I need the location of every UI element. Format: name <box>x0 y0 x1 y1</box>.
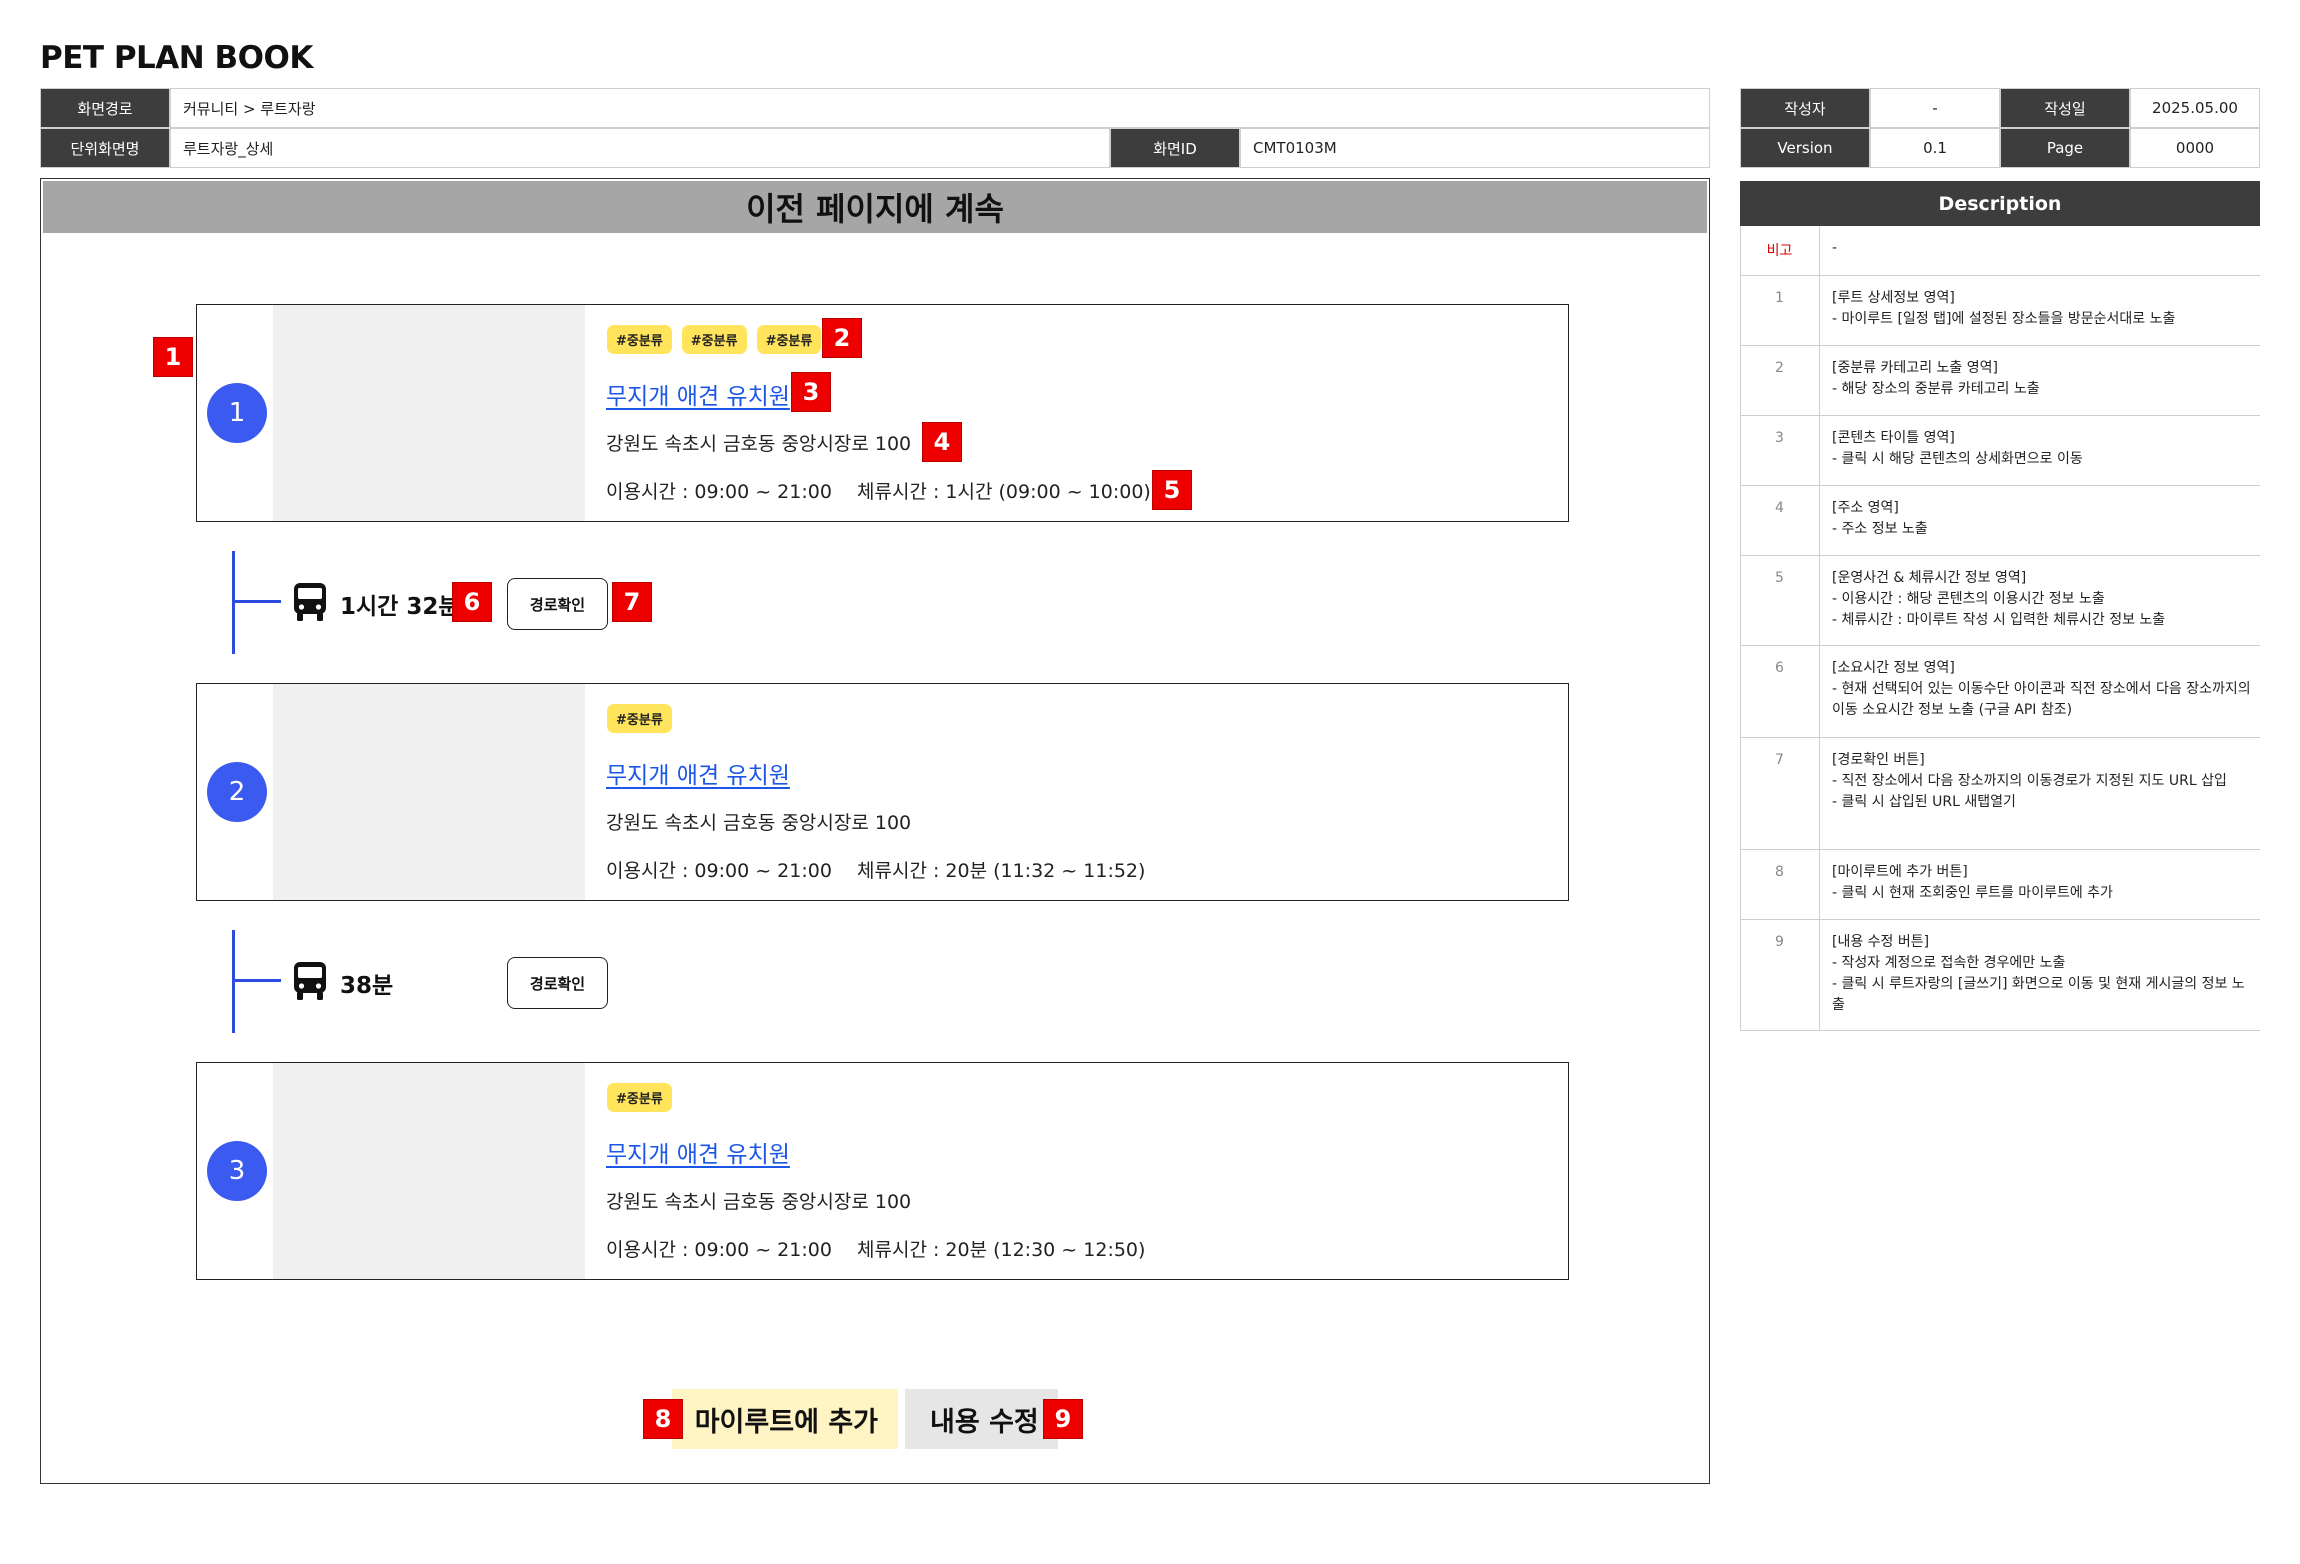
place-image <box>273 684 585 900</box>
annotation-marker: 4 <box>922 422 962 462</box>
operating-hours: 이용시간 : 09:00 ~ 21:00 <box>606 481 832 503</box>
annotation-marker: 7 <box>612 582 652 622</box>
description-row: 8 [마이루트에 추가 버튼] - 클릭 시 현재 조회중인 루트를 마이루트에… <box>1740 850 2260 920</box>
route-check-button[interactable]: 경로확인 <box>507 578 608 630</box>
place-title-link[interactable]: 무지개 애견 유치원 <box>606 756 790 790</box>
place-image <box>273 305 585 521</box>
stay-time: 체류시간 : 20분 (11:32 ~ 11:52) <box>857 860 1146 882</box>
annotation-marker: 2 <box>822 318 862 358</box>
description-row: 비고 - <box>1740 226 2260 276</box>
description-text: [경로확인 버튼] - 직전 장소에서 다음 장소까지의 이동경로가 지정된 지… <box>1832 752 2227 810</box>
category-tags: #중분류 #중분류 #중분류 <box>607 325 822 354</box>
operating-hours: 이용시간 : 09:00 ~ 21:00 <box>606 1239 832 1261</box>
description-row: 3 [콘텐츠 타이틀 영역] - 클릭 시 해당 콘텐츠의 상세화면으로 이동 <box>1740 416 2260 486</box>
route-check-button[interactable]: 경로확인 <box>507 957 608 1009</box>
edit-content-button[interactable]: 내용 수정 <box>905 1389 1058 1449</box>
annotation-marker: 8 <box>643 1399 683 1439</box>
screenid-label: 화면ID <box>1110 128 1240 168</box>
page-value: 0000 <box>2130 128 2260 168</box>
order-badge: 3 <box>207 1141 267 1201</box>
description-text: [내용 수정 버튼] - 작성자 계정으로 접속한 경우에만 노출 - 클릭 시… <box>1832 934 2245 1013</box>
annotation-marker: 6 <box>452 582 492 622</box>
description-number: 3 <box>1740 416 1820 485</box>
description-text: [소요시간 정보 영역] - 현재 선택되어 있는 이동수단 아이콘과 직전 장… <box>1832 660 2251 718</box>
order-badge: 2 <box>207 762 267 822</box>
travel-duration: 1시간 32분 <box>340 594 460 620</box>
description-number: 2 <box>1740 346 1820 415</box>
path-label: 화면경로 <box>40 88 170 128</box>
page-label: Page <box>2000 128 2130 168</box>
description-row: 9 [내용 수정 버튼] - 작성자 계정으로 접속한 경우에만 노출 - 클릭… <box>1740 920 2260 1031</box>
place-image <box>273 1063 585 1279</box>
description-text: [주소 영역] - 주소 정보 노출 <box>1832 500 1928 537</box>
date-label: 작성일 <box>2000 88 2130 128</box>
description-number: 5 <box>1740 556 1820 645</box>
description-row: 6 [소요시간 정보 영역] - 현재 선택되어 있는 이동수단 아이콘과 직전… <box>1740 646 2260 738</box>
version-label: Version <box>1740 128 1870 168</box>
description-number: 7 <box>1740 738 1820 849</box>
route-connector-branch <box>235 979 281 982</box>
place-card[interactable]: 2 #중분류 무지개 애견 유치원 강원도 속초시 금호동 중앙시장로 100 … <box>196 683 1569 901</box>
path-value: 커뮤니티 > 루트자랑 <box>170 88 1710 128</box>
annotation-marker: 3 <box>791 372 831 412</box>
stay-time: 체류시간 : 20분 (12:30 ~ 12:50) <box>857 1239 1146 1261</box>
version-value: 0.1 <box>1870 128 2000 168</box>
description-row: 2 [중분류 카테고리 노출 영역] - 해당 장소의 중분류 카테고리 노출 <box>1740 346 2260 416</box>
category-tag: #중분류 <box>607 704 672 733</box>
description-number: 9 <box>1740 920 1820 1030</box>
author-value: - <box>1870 88 2000 128</box>
description-text: [중분류 카테고리 노출 영역] - 해당 장소의 중분류 카테고리 노출 <box>1832 360 2040 397</box>
date-value: 2025.05.00 <box>2130 88 2260 128</box>
unit-label: 단위화면명 <box>40 128 170 168</box>
place-address: 강원도 속초시 금호동 중앙시장로 100 <box>606 812 912 834</box>
description-row: 5 [운영사건 & 체류시간 정보 영역] - 이용시간 : 해당 콘텐츠의 이… <box>1740 556 2260 646</box>
place-title-link[interactable]: 무지개 애견 유치원 <box>606 1135 790 1169</box>
annotation-marker: 9 <box>1043 1399 1083 1439</box>
description-row: 7 [경로확인 버튼] - 직전 장소에서 다음 장소까지의 이동경로가 지정된… <box>1740 738 2260 850</box>
category-tags: #중분류 <box>607 704 672 733</box>
note-label: 비고 <box>1740 226 1820 275</box>
description-text: [루트 상세정보 영역] - 마이루트 [일정 탭]에 설정된 장소들을 방문순… <box>1832 290 2176 327</box>
document-title: PET PLAN BOOK <box>40 40 313 76</box>
description-text: [운영사건 & 체류시간 정보 영역] - 이용시간 : 해당 콘텐츠의 이용시… <box>1832 570 2166 628</box>
place-card[interactable]: 3 #중분류 무지개 애견 유치원 강원도 속초시 금호동 중앙시장로 100 … <box>196 1062 1569 1280</box>
order-badge: 1 <box>207 383 267 443</box>
category-tag: #중분류 <box>607 1083 672 1112</box>
route-connector-branch <box>235 600 281 603</box>
category-tag: #중분류 <box>756 325 822 354</box>
description-number: 8 <box>1740 850 1820 919</box>
continue-banner: 이전 페이지에 계속 <box>43 181 1707 233</box>
annotation-marker: 1 <box>153 337 193 377</box>
place-address: 강원도 속초시 금호동 중앙시장로 100 <box>606 1191 912 1213</box>
screenid-value: CMT0103M <box>1240 128 1710 168</box>
description-number: 1 <box>1740 276 1820 345</box>
bus-icon <box>294 583 326 621</box>
stay-time: 체류시간 : 1시간 (09:00 ~ 10:00) <box>857 481 1151 503</box>
annotation-marker: 5 <box>1152 470 1192 510</box>
description-header: Description <box>1740 181 2260 226</box>
add-to-myroute-button[interactable]: 마이루트에 추가 <box>672 1389 898 1449</box>
description-text: [콘텐츠 타이틀 영역] - 클릭 시 해당 콘텐츠의 상세화면으로 이동 <box>1832 430 2083 467</box>
operating-hours: 이용시간 : 09:00 ~ 21:00 <box>606 860 832 882</box>
category-tags: #중분류 <box>607 1083 672 1112</box>
note-value: - <box>1832 240 1838 256</box>
category-tag: #중분류 <box>681 325 747 354</box>
place-title-link[interactable]: 무지개 애견 유치원 <box>606 377 790 411</box>
category-tag: #중분류 <box>607 325 672 354</box>
unit-value: 루트자랑_상세 <box>170 128 1110 168</box>
place-card[interactable]: 1 #중분류 #중분류 #중분류 무지개 애견 유치원 강원도 속초시 금호동 … <box>196 304 1569 522</box>
description-row: 4 [주소 영역] - 주소 정보 노출 <box>1740 486 2260 556</box>
author-label: 작성자 <box>1740 88 1870 128</box>
description-text: [마이루트에 추가 버튼] - 클릭 시 현재 조회중인 루트를 마이루트에 추… <box>1832 864 2113 901</box>
description-row: 1 [루트 상세정보 영역] - 마이루트 [일정 탭]에 설정된 장소들을 방… <box>1740 276 2260 346</box>
description-number: 6 <box>1740 646 1820 737</box>
bus-icon <box>294 962 326 1000</box>
description-number: 4 <box>1740 486 1820 555</box>
place-address: 강원도 속초시 금호동 중앙시장로 100 <box>606 433 912 455</box>
travel-duration: 38분 <box>340 973 394 999</box>
